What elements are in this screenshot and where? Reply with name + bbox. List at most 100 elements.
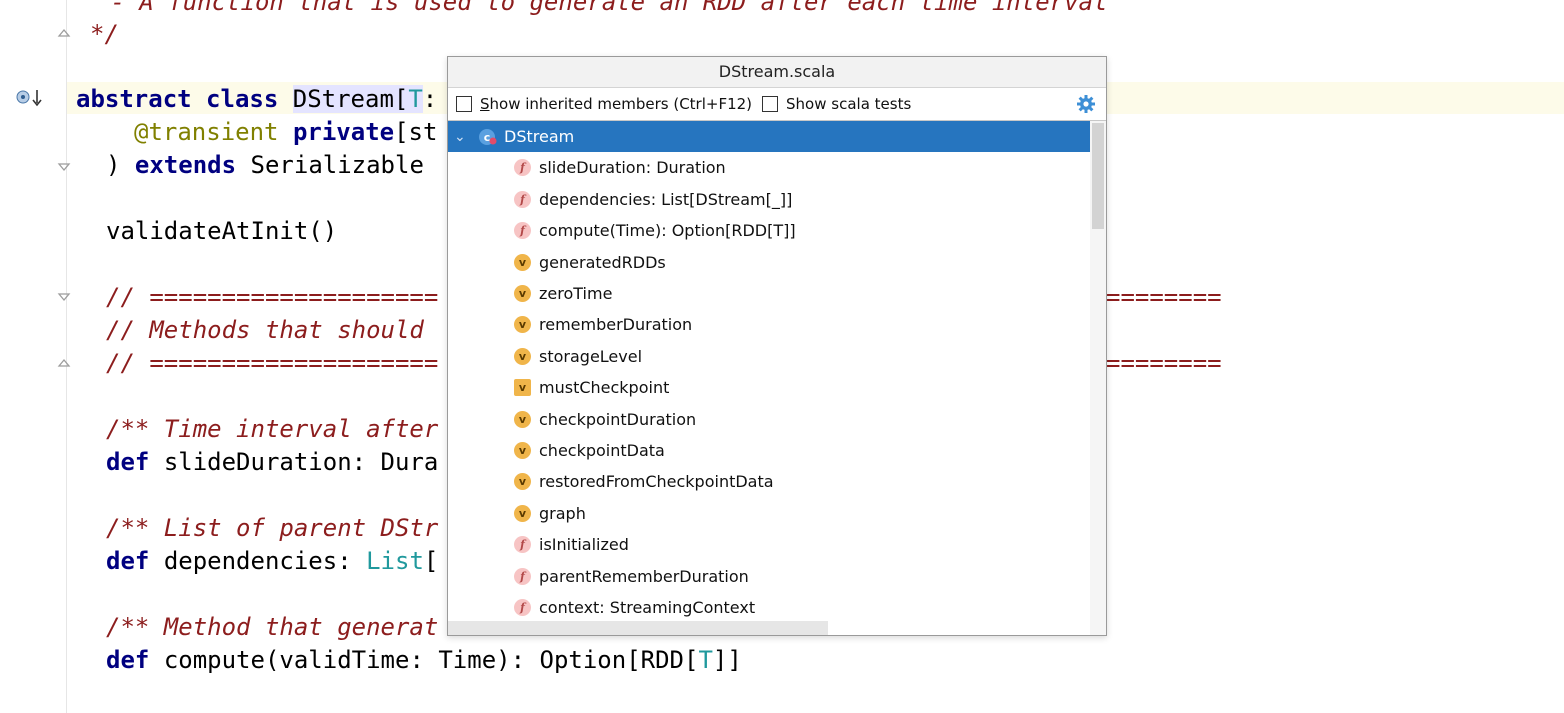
member-label: mustCheckpoint	[539, 378, 670, 397]
show-inherited-checkbox[interactable]	[456, 96, 472, 112]
show-scala-tests-label[interactable]: Show scala tests	[786, 95, 911, 113]
value-icon: v	[514, 473, 531, 490]
code-line: ========	[1106, 349, 1222, 377]
value-icon: v	[514, 254, 531, 271]
function-icon: f	[514, 191, 531, 208]
member-label: slideDuration: Duration	[539, 158, 726, 177]
code-line-class-decl: abstract class DStream[T:	[76, 85, 437, 113]
member-label: parentRememberDuration	[539, 567, 749, 586]
keyword: extends	[134, 151, 237, 179]
code-line: */	[90, 20, 119, 48]
vertical-scrollbar-thumb[interactable]	[1092, 123, 1104, 229]
code-line: /** List of parent DStr	[106, 514, 439, 542]
function-icon: f	[514, 599, 531, 616]
value-icon: v	[514, 442, 531, 459]
member-item[interactable]: v restoredFromCheckpointData	[448, 466, 1106, 497]
function-icon: f	[514, 159, 531, 176]
fold-end-icon[interactable]	[57, 160, 71, 174]
code-line: def compute(validTime: Time): Option[RDD…	[106, 646, 742, 674]
show-inherited-label[interactable]: Show inherited members (Ctrl+F12)	[480, 95, 752, 113]
keyword: class	[206, 85, 279, 113]
member-item[interactable]: v storageLevel	[448, 341, 1106, 372]
code-line: /** Time interval after	[106, 415, 439, 443]
member-item[interactable]: v mustCheckpoint	[448, 372, 1106, 403]
implemented-by-icon[interactable]	[16, 88, 46, 108]
code-line: def slideDuration: Dura	[106, 448, 438, 476]
fold-end-icon[interactable]	[57, 356, 71, 370]
member-label: storageLevel	[539, 347, 643, 366]
member-item[interactable]: f slideDuration: Duration	[448, 152, 1106, 183]
member-label: isInitialized	[539, 535, 629, 554]
member-item[interactable]: f context: StreamingContext	[448, 592, 1106, 623]
popup-options-bar: Show inherited members (Ctrl+F12) Show s…	[448, 88, 1106, 121]
show-scala-tests-checkbox[interactable]	[762, 96, 779, 112]
code-line: - A function that is used to generate an…	[96, 0, 1108, 16]
code-line: ) extends Serializable	[106, 151, 424, 179]
member-item[interactable]: f isInitialized	[448, 529, 1106, 560]
value-icon: v	[514, 411, 531, 428]
type-param: T	[408, 85, 423, 113]
code-line: // ====================	[106, 349, 439, 377]
code-text: Serializable	[250, 151, 424, 179]
member-label: checkpointData	[539, 441, 665, 460]
fold-end-icon[interactable]	[57, 26, 71, 40]
member-item[interactable]: v zeroTime	[448, 278, 1106, 309]
code-line: validateAtInit()	[106, 217, 338, 245]
code-text: slideDuration: Dura	[163, 448, 439, 476]
member-label: checkpointDuration	[539, 410, 697, 429]
code-line: @transient private[st	[134, 118, 437, 146]
code-text: :	[422, 85, 438, 113]
member-label: dependencies: List[DStream[_]]	[539, 190, 793, 209]
value-icon: v	[514, 379, 531, 396]
value-icon: v	[514, 505, 531, 522]
class-icon: c	[478, 128, 498, 146]
gear-icon[interactable]	[1076, 94, 1096, 114]
code-line: ========	[1106, 283, 1222, 311]
member-item[interactable]: v checkpointDuration	[448, 404, 1106, 435]
tree-root-label: DStream	[504, 127, 575, 146]
keyword: def	[106, 448, 150, 476]
code-line: // ====================	[106, 283, 439, 311]
type-param: T	[698, 646, 713, 674]
label-text: how inherited members (Ctrl+F12)	[489, 95, 753, 113]
horizontal-scrollbar[interactable]	[448, 621, 828, 635]
class-name: DStream[	[292, 85, 409, 113]
member-item[interactable]: v graph	[448, 498, 1106, 529]
code-text: ]]	[712, 646, 742, 674]
svg-text:c: c	[484, 131, 491, 144]
function-icon: f	[514, 568, 531, 585]
function-icon: f	[514, 536, 531, 553]
member-label: context: StreamingContext	[539, 598, 756, 617]
member-item[interactable]: f dependencies: List[DStream[_]]	[448, 184, 1106, 215]
code-text: )	[106, 151, 121, 179]
keyword: private	[292, 118, 395, 146]
function-icon: f	[514, 222, 531, 239]
code-line: def dependencies: List[	[106, 547, 438, 575]
member-label: compute(Time): Option[RDD[T]]	[539, 221, 796, 240]
annotation: @transient	[134, 118, 279, 146]
member-label: restoredFromCheckpointData	[539, 472, 774, 491]
mnemonic: S	[480, 95, 490, 113]
member-label: generatedRDDs	[539, 253, 666, 272]
chevron-down-icon[interactable]: ⌄	[454, 129, 472, 145]
member-item[interactable]: f parentRememberDuration	[448, 561, 1106, 592]
code-text: [st	[394, 118, 438, 146]
file-structure-popup[interactable]: DStream.scala Show inherited members (Ct…	[447, 56, 1107, 636]
member-item[interactable]: v checkpointData	[448, 435, 1106, 466]
tree-root-dstream[interactable]: ⌄ c DStream	[448, 121, 1090, 152]
code-text: [	[423, 547, 439, 575]
popup-title: DStream.scala	[448, 57, 1106, 88]
member-label: zeroTime	[539, 284, 613, 303]
value-icon: v	[514, 348, 531, 365]
value-icon: v	[514, 285, 531, 302]
member-item[interactable]: v rememberDuration	[448, 309, 1106, 340]
member-item[interactable]: v generatedRDDs	[448, 247, 1106, 278]
structure-tree[interactable]: ⌄ c DStream f slideDuration: Duration f dep…	[448, 121, 1106, 635]
fold-start-icon[interactable]	[57, 290, 71, 304]
member-item[interactable]: f compute(Time): Option[RDD[T]]	[448, 215, 1106, 246]
member-label: graph	[539, 504, 586, 523]
code-line: // Methods that should	[106, 316, 424, 344]
type-name: List	[366, 547, 424, 575]
code-text: dependencies:	[163, 547, 367, 575]
member-label: rememberDuration	[539, 315, 693, 334]
